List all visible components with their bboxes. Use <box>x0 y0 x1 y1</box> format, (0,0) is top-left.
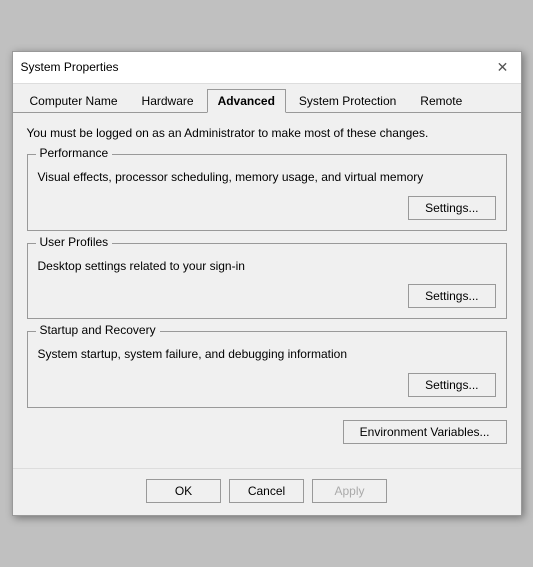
startup-recovery-settings-row: Settings... <box>38 373 496 397</box>
system-properties-window: System Properties ✕ Computer Name Hardwa… <box>12 51 522 516</box>
startup-recovery-body: System startup, system failure, and debu… <box>28 332 506 407</box>
title-bar: System Properties ✕ <box>13 52 521 84</box>
environment-variables-button[interactable]: Environment Variables... <box>343 420 507 444</box>
startup-recovery-legend: Startup and Recovery <box>36 323 160 337</box>
ok-button[interactable]: OK <box>146 479 221 503</box>
tab-hardware[interactable]: Hardware <box>131 89 205 113</box>
user-profiles-desc: Desktop settings related to your sign-in <box>38 258 496 275</box>
user-profiles-body: Desktop settings related to your sign-in… <box>28 244 506 319</box>
user-profiles-legend: User Profiles <box>36 235 113 249</box>
startup-recovery-settings-button[interactable]: Settings... <box>408 373 495 397</box>
tab-remote[interactable]: Remote <box>409 89 473 113</box>
performance-legend: Performance <box>36 146 113 160</box>
tab-advanced[interactable]: Advanced <box>207 89 286 113</box>
close-button[interactable]: ✕ <box>493 57 513 77</box>
performance-settings-row: Settings... <box>38 196 496 220</box>
performance-desc: Visual effects, processor scheduling, me… <box>38 169 496 186</box>
tab-system-protection[interactable]: System Protection <box>288 89 407 113</box>
user-profiles-settings-row: Settings... <box>38 284 496 308</box>
performance-body: Visual effects, processor scheduling, me… <box>28 155 506 230</box>
cancel-button[interactable]: Cancel <box>229 479 304 503</box>
user-profiles-section: User Profiles Desktop settings related t… <box>27 243 507 320</box>
performance-settings-button[interactable]: Settings... <box>408 196 495 220</box>
tab-content: You must be logged on as an Administrato… <box>13 113 521 468</box>
tab-bar: Computer Name Hardware Advanced System P… <box>13 84 521 113</box>
env-variables-row: Environment Variables... <box>27 420 507 444</box>
startup-recovery-section: Startup and Recovery System startup, sys… <box>27 331 507 408</box>
apply-button[interactable]: Apply <box>312 479 387 503</box>
performance-section: Performance Visual effects, processor sc… <box>27 154 507 231</box>
user-profiles-settings-button[interactable]: Settings... <box>408 284 495 308</box>
tab-computer-name[interactable]: Computer Name <box>19 89 129 113</box>
startup-recovery-desc: System startup, system failure, and debu… <box>38 346 496 363</box>
bottom-bar: OK Cancel Apply <box>13 468 521 515</box>
admin-notice: You must be logged on as an Administrato… <box>27 125 507 142</box>
window-title: System Properties <box>21 60 119 74</box>
